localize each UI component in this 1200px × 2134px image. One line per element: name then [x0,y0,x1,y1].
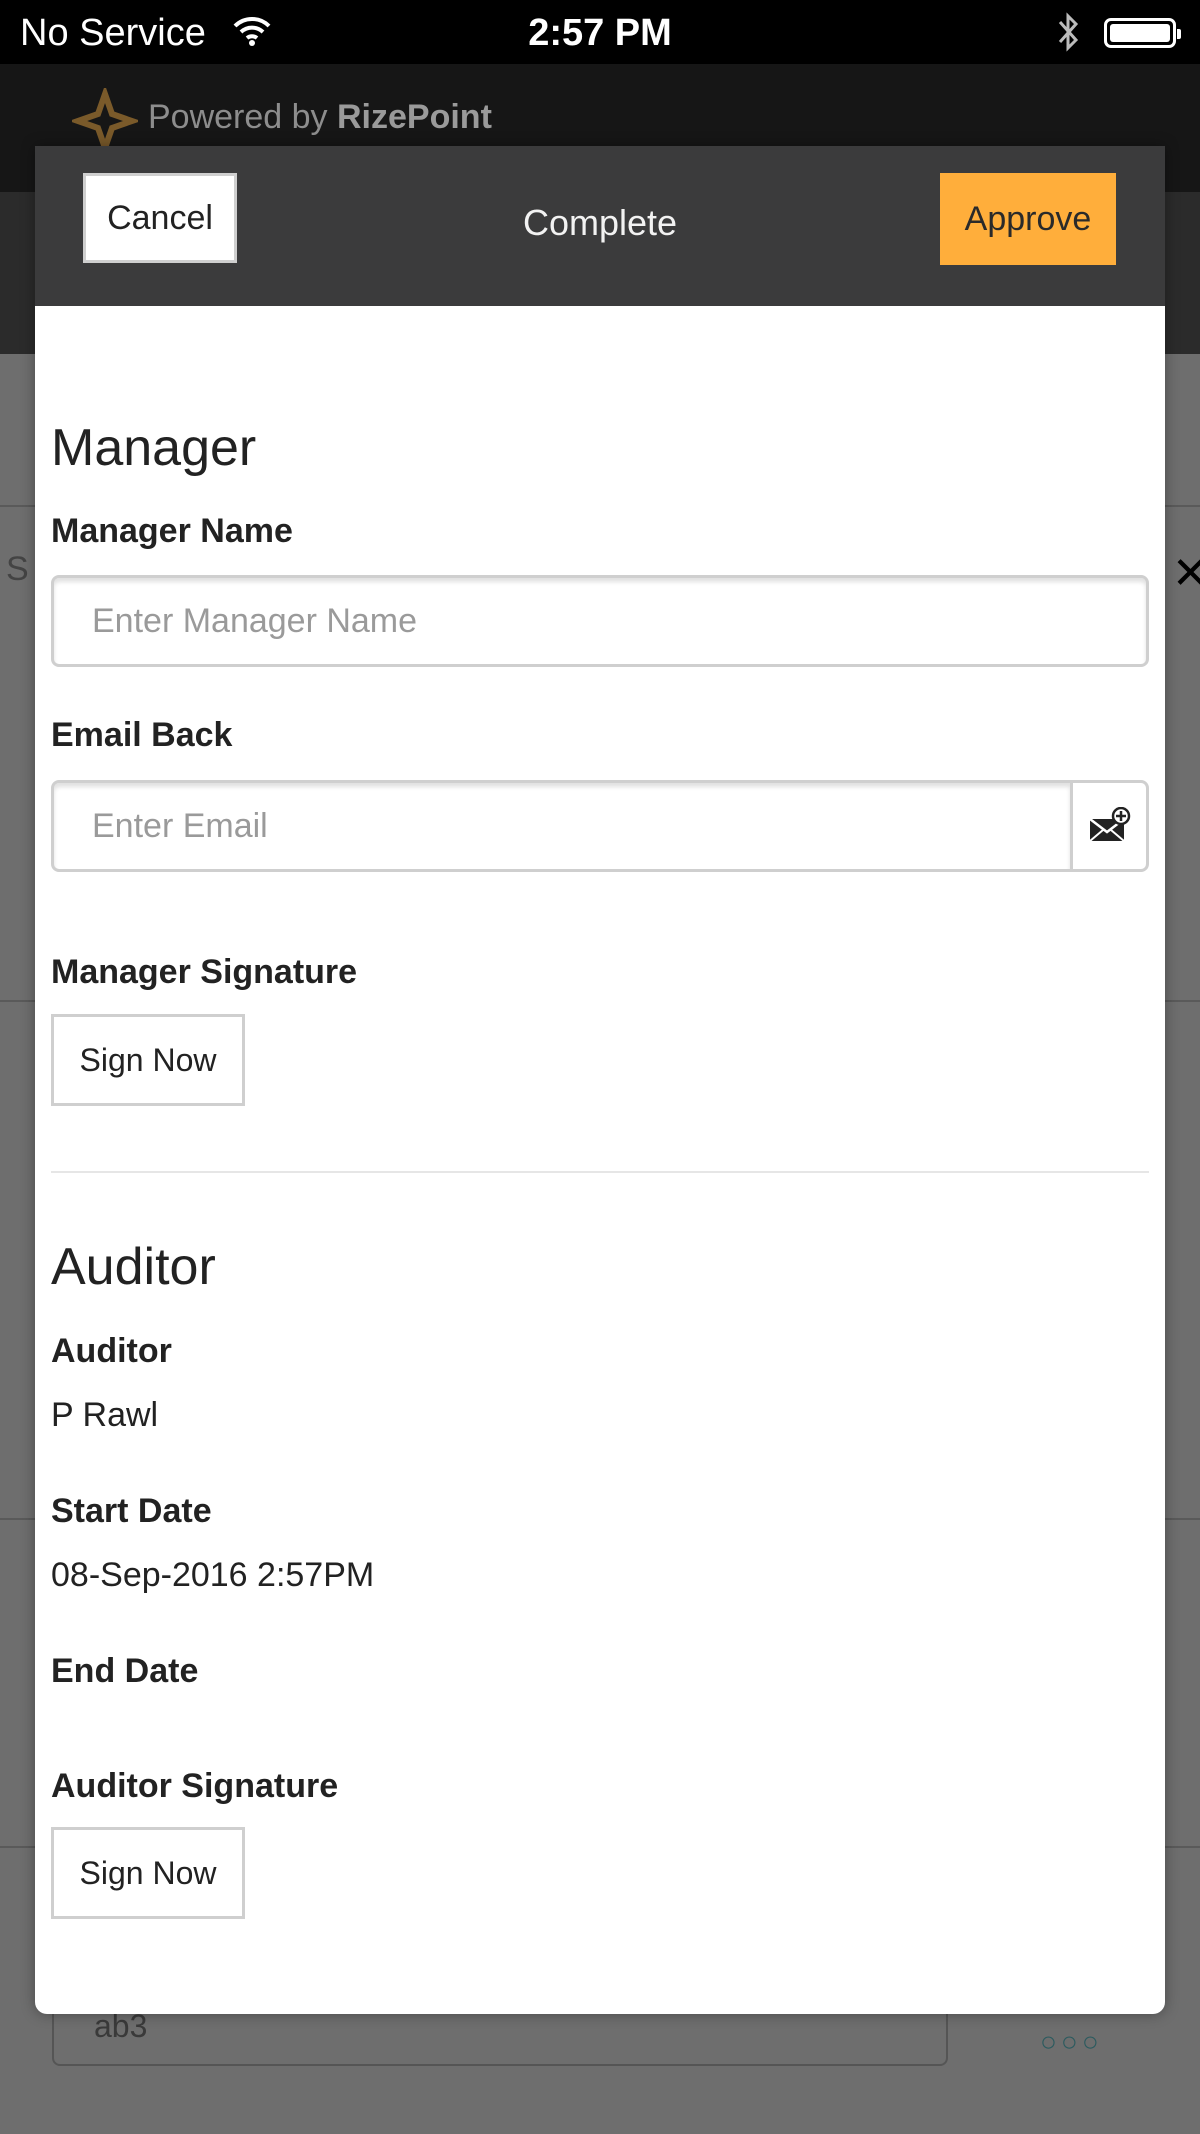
end-date-label: End Date [51,1652,199,1690]
complete-modal: Cancel Complete Approve Manager Manager … [35,146,1165,2014]
auditor-signature-label: Auditor Signature [51,1767,339,1805]
manager-name-label: Manager Name [51,512,293,550]
email-add-button[interactable] [1070,780,1149,872]
section-divider [51,1171,1149,1173]
background-partial-text: S [6,550,29,588]
auditor-label: Auditor [51,1332,172,1370]
manager-section-title: Manager [51,419,257,477]
manager-signature-label: Manager Signature [51,953,358,991]
email-input-group [51,780,1149,872]
manager-sign-now-button[interactable]: Sign Now [51,1014,245,1106]
approve-button[interactable]: Approve [940,173,1116,265]
status-bar: No Service 2:57 PM [0,0,1200,64]
auditor-section-title: Auditor [51,1238,216,1296]
start-date-value: 08-Sep-2016 2:57PM [51,1556,375,1594]
email-input[interactable] [51,780,1073,872]
bluetooth-icon [1056,10,1082,64]
email-back-label: Email Back [51,716,233,754]
auditor-sign-now-button[interactable]: Sign Now [51,1827,245,1919]
status-time: 2:57 PM [528,12,672,54]
battery-icon [1104,18,1181,48]
more-dots-icon[interactable]: ○○○ [1040,2026,1103,2058]
powered-by-text: Powered by RizePoint [148,98,492,136]
close-icon[interactable]: ✕ [1172,548,1200,599]
manager-name-input[interactable] [51,575,1149,667]
email-add-icon [1088,807,1130,842]
modal-header: Cancel Complete Approve [35,146,1165,306]
auditor-value: P Rawl [51,1396,159,1434]
start-date-label: Start Date [51,1492,212,1530]
